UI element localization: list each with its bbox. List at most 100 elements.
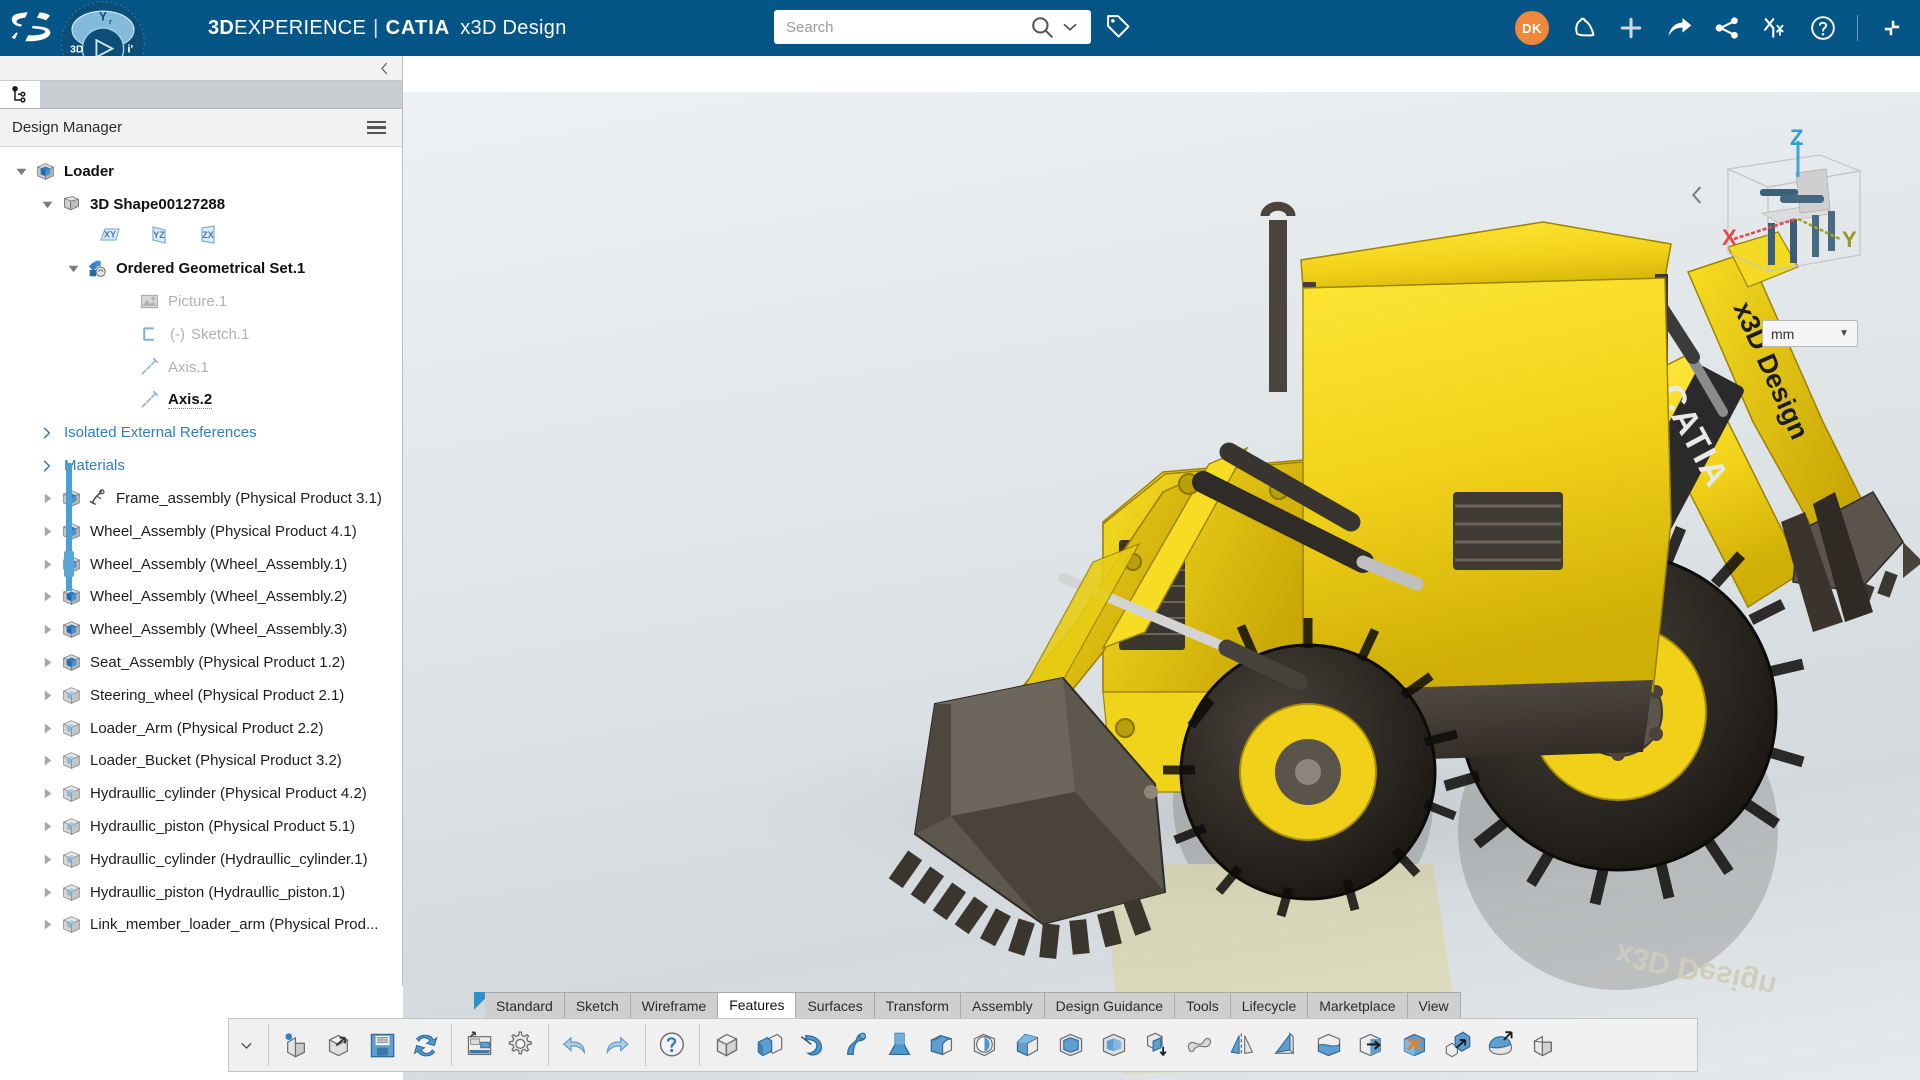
tree-twisty-icon[interactable] — [10, 165, 32, 178]
share-arrow-icon[interactable] — [1665, 14, 1693, 42]
plane-zx-icon[interactable]: ZX — [194, 223, 221, 250]
model-tree[interactable]: Loader 3D Shape00127288 XY YZ ZX Ordered Geom… — [0, 147, 402, 1007]
hole-button[interactable] — [963, 1023, 1006, 1067]
update-button[interactable] — [403, 1023, 446, 1067]
solid-combine-button[interactable] — [1522, 1023, 1565, 1067]
tree-twisty-icon[interactable] — [36, 918, 58, 931]
help-icon[interactable] — [1809, 14, 1837, 42]
transform-button[interactable] — [1479, 1023, 1522, 1067]
tree-twisty-icon[interactable] — [36, 198, 58, 211]
tree-twisty-icon[interactable] — [36, 558, 58, 571]
mirror-button[interactable] — [1221, 1023, 1264, 1067]
plane-xy-icon[interactable]: XY — [96, 223, 123, 250]
plane-yz-icon[interactable]: YZ — [145, 223, 172, 250]
tab-assembly[interactable]: Assembly — [960, 992, 1045, 1018]
compass-3dexperience-icon[interactable] — [1761, 14, 1789, 42]
search-box[interactable] — [774, 10, 1091, 44]
tree-item[interactable]: 3D Shape00127288 — [0, 188, 402, 221]
split-button[interactable] — [1307, 1023, 1350, 1067]
viewport-collapse-toggle[interactable] — [1686, 180, 1708, 210]
tree-twisty-icon[interactable] — [36, 492, 58, 505]
tree-twisty-icon[interactable] — [62, 262, 84, 275]
swap-visible-space-button[interactable] — [457, 1023, 500, 1067]
redo-button[interactable] — [597, 1023, 640, 1067]
remove-face-button[interactable] — [1393, 1023, 1436, 1067]
tree-item[interactable]: Wheel_Assembly (Physical Product 4.1) — [0, 515, 402, 548]
tree-item[interactable]: Steering_wheel (Physical Product 2.1) — [0, 679, 402, 712]
tree-item[interactable]: Loader_Arm (Physical Product 2.2) — [0, 712, 402, 745]
tree-item[interactable]: Loader_Bucket (Physical Product 3.2) — [0, 745, 402, 778]
collapse-icon[interactable] — [1878, 14, 1906, 42]
tab-design-manager[interactable] — [0, 81, 40, 108]
navigation-axis-widget[interactable]: X Y Z — [1700, 125, 1880, 297]
tree-twisty-icon[interactable] — [36, 689, 58, 702]
tree-twisty-icon[interactable] — [36, 820, 58, 833]
tree-item[interactable]: (-) Sketch.1 — [0, 318, 402, 351]
tree-twisty-icon[interactable] — [36, 853, 58, 866]
tree-item[interactable]: Wheel_Assembly (Wheel_Assembly.2) — [0, 581, 402, 614]
search-icon[interactable] — [1029, 14, 1055, 40]
search-chevron-down-icon[interactable] — [1059, 16, 1081, 38]
tab-tools[interactable]: Tools — [1175, 992, 1231, 1018]
tab-standard[interactable]: Standard — [485, 992, 565, 1018]
tab-features[interactable]: Features — [718, 992, 797, 1018]
save-button[interactable] — [360, 1023, 403, 1067]
tree-twisty-icon[interactable] — [36, 886, 58, 899]
tab-design-guidance[interactable]: Design Guidance — [1044, 992, 1176, 1018]
social-network-icon[interactable] — [1713, 14, 1741, 42]
tab-lifecycle[interactable]: Lifecycle — [1230, 992, 1309, 1018]
tree-twisty-icon[interactable] — [36, 787, 58, 800]
trim-button[interactable] — [1350, 1023, 1393, 1067]
tree-item[interactable]: Hydraullic_piston (Physical Product 5.1) — [0, 810, 402, 843]
help-button[interactable] — [651, 1023, 694, 1067]
notifications-icon[interactable] — [1569, 14, 1597, 42]
tree-item[interactable]: Wheel_Assembly (Wheel_Assembly.1) — [0, 548, 402, 581]
avatar[interactable]: DK — [1515, 11, 1549, 45]
tree-item[interactable]: Ordered Geometrical Set.1 — [0, 253, 402, 286]
pad-button[interactable] — [705, 1023, 748, 1067]
shaft-button[interactable] — [791, 1023, 834, 1067]
new-3d-shape-button[interactable] — [274, 1023, 317, 1067]
fillet-button[interactable] — [920, 1023, 963, 1067]
tab-surfaces[interactable]: Surfaces — [796, 992, 875, 1018]
tree-item[interactable]: Hydraullic_cylinder (Hydraullic_cylinder… — [0, 843, 402, 876]
tree-twisty-icon[interactable] — [36, 590, 58, 603]
tree-twisty-icon[interactable] — [36, 623, 58, 636]
open-3d-shape-button[interactable] — [317, 1023, 360, 1067]
tree-item[interactable]: Loader — [0, 155, 402, 188]
tree-item[interactable]: Axis.1 — [0, 351, 402, 384]
ds-logo[interactable] — [10, 8, 58, 49]
toolbar-expander[interactable] — [229, 1019, 263, 1071]
panel-collapse-toggle[interactable] — [0, 56, 402, 81]
tab-view[interactable]: View — [1407, 992, 1461, 1018]
thickness-button[interactable] — [1092, 1023, 1135, 1067]
model-backhoe-loader[interactable]: x3D Design x3D Design CATIA — [403, 92, 1920, 1080]
chamfer-button[interactable] — [1006, 1023, 1049, 1067]
surface-sweep-button[interactable] — [1178, 1023, 1221, 1067]
tree-item[interactable]: Hydraullic_cylinder (Physical Product 4.… — [0, 777, 402, 810]
pocket-button[interactable] — [748, 1023, 791, 1067]
tree-twisty-icon[interactable] — [36, 426, 58, 440]
add-icon[interactable] — [1617, 14, 1645, 42]
tree-twisty-icon[interactable] — [36, 525, 58, 538]
tree-item[interactable]: Picture.1 — [0, 285, 402, 318]
tree-item[interactable]: Seat_Assembly (Physical Product 1.2) — [0, 646, 402, 679]
stiffener-button[interactable] — [1264, 1023, 1307, 1067]
tree-item[interactable]: Link_member_loader_arm (Physical Prod... — [0, 909, 402, 942]
settings-button[interactable] — [500, 1023, 543, 1067]
tab-transform[interactable]: Transform — [874, 992, 961, 1018]
tree-item[interactable]: Axis.2 — [0, 384, 402, 417]
tree-twisty-icon[interactable] — [36, 459, 58, 473]
search-input[interactable] — [774, 18, 1029, 36]
shell-button[interactable] — [1049, 1023, 1092, 1067]
tree-item[interactable]: Hydraullic_piston (Hydraullic_piston.1) — [0, 876, 402, 909]
tree-item[interactable]: Materials — [0, 449, 402, 482]
tree-item[interactable]: Isolated External References — [0, 417, 402, 450]
tab-sketch[interactable]: Sketch — [564, 992, 631, 1018]
thread-button[interactable] — [1135, 1023, 1178, 1067]
tab-marketplace[interactable]: Marketplace — [1308, 992, 1408, 1018]
add-body-button[interactable] — [1436, 1023, 1479, 1067]
tree-item[interactable]: Wheel_Assembly (Wheel_Assembly.3) — [0, 613, 402, 646]
tree-twisty-icon[interactable] — [36, 656, 58, 669]
undo-button[interactable] — [554, 1023, 597, 1067]
